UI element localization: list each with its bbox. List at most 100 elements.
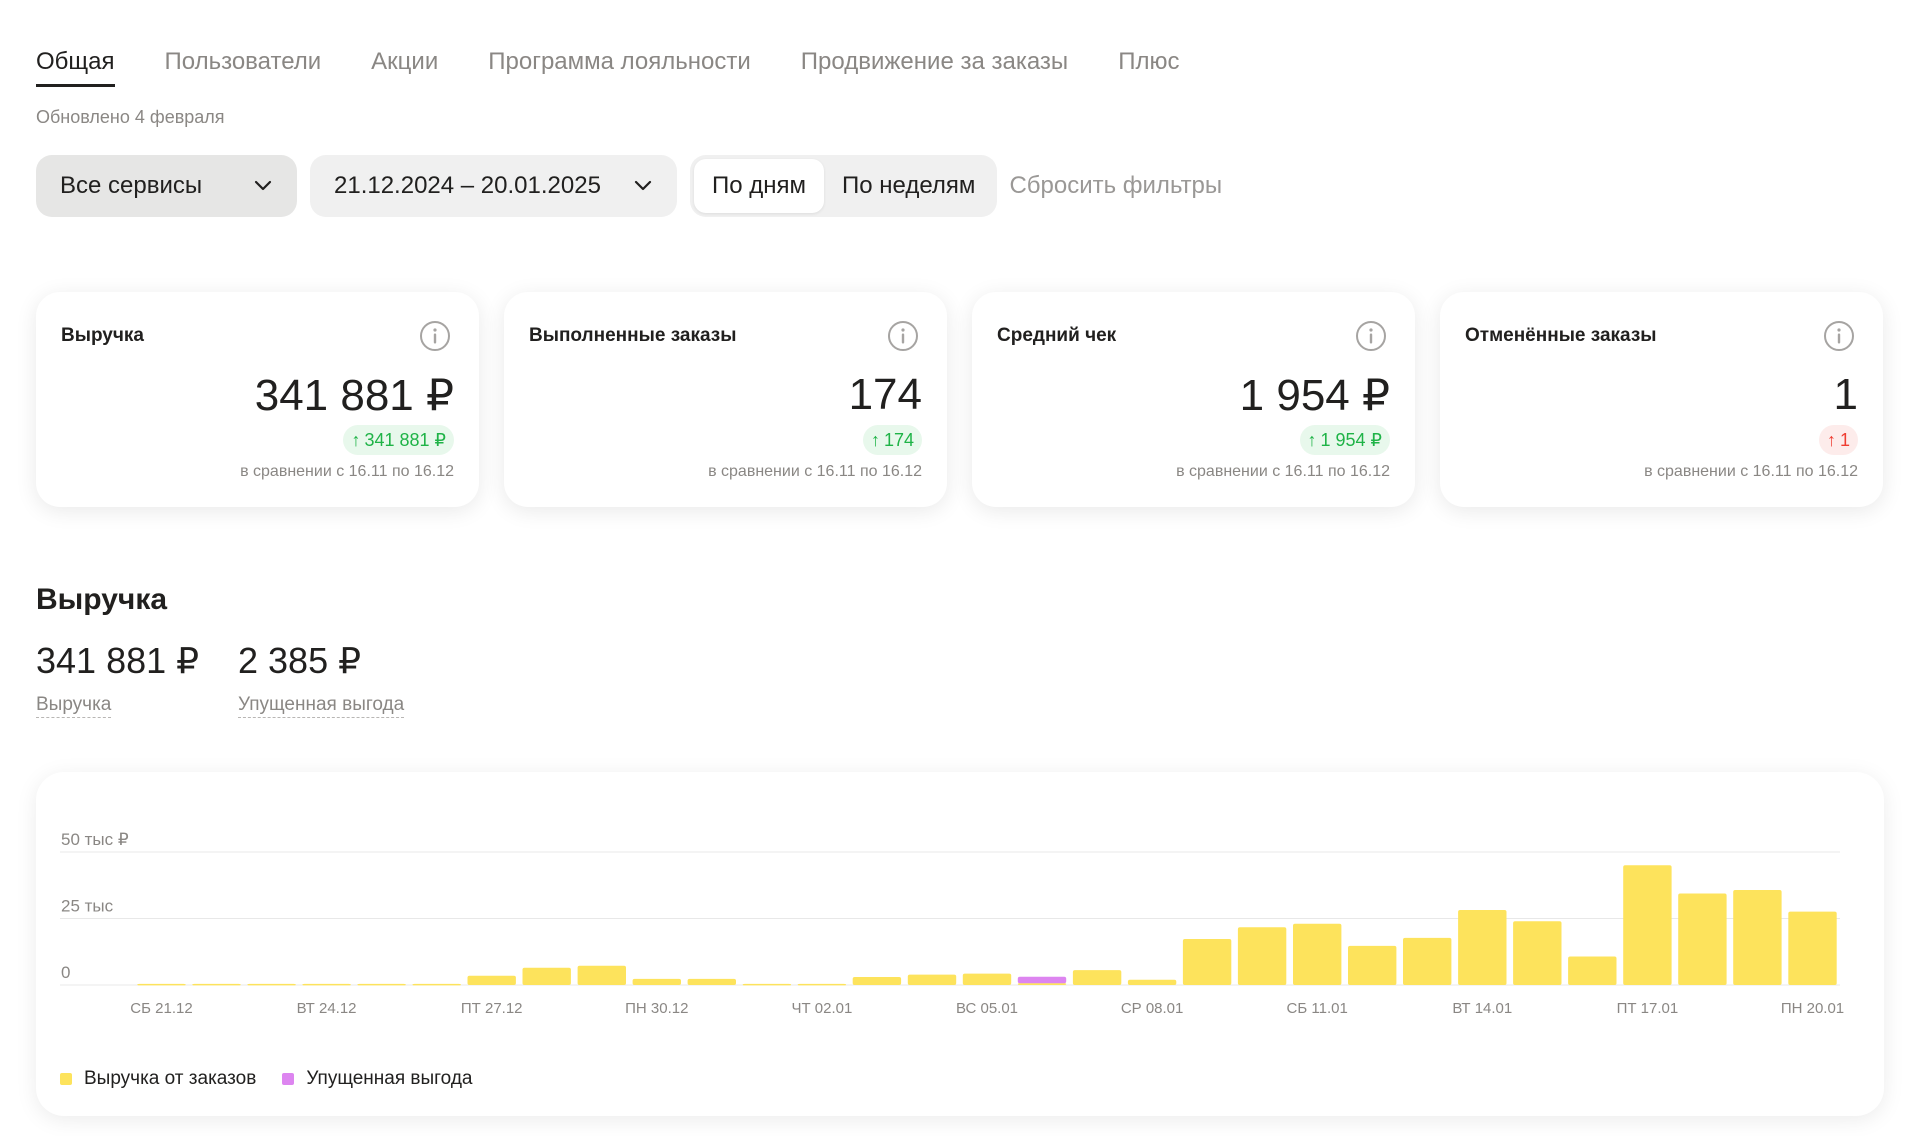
revenue-bar[interactable] <box>192 983 241 986</box>
services-dropdown[interactable]: Все сервисы <box>36 155 297 217</box>
revenue-bar[interactable] <box>1127 979 1177 985</box>
revenue-bar[interactable] <box>962 973 1012 985</box>
revenue-bar[interactable] <box>247 983 296 986</box>
revenue-bar[interactable] <box>1678 893 1727 986</box>
revenue-bar[interactable] <box>852 977 902 985</box>
revenue-bar[interactable] <box>1568 956 1617 986</box>
kpi-card-value: 1 <box>1833 370 1858 419</box>
legend-swatch <box>282 1073 295 1085</box>
kpi-compare-text: в сравнении с 16.11 по 16.12 <box>1644 463 1858 480</box>
kpi-delta-badge: ↑ 1 954 ₽ <box>1299 425 1390 455</box>
kpi-card-value: 341 881 ₽ <box>254 371 454 420</box>
revenue-bar[interactable] <box>1348 945 1397 985</box>
revenue-bar[interactable] <box>1458 910 1507 985</box>
info-icon[interactable] <box>1823 320 1855 352</box>
x-tick-label: ВС 05.01 <box>956 1000 1018 1017</box>
x-tick-label: ПТ 17.01 <box>1617 1000 1679 1017</box>
filter-bar: Все сервисы 21.12.2024 – 20.01.2025 По д… <box>36 155 1222 217</box>
chart-legend: Выручка от заказов Упущенная выгода <box>60 1068 473 1090</box>
x-tick-label: ВТ 14.01 <box>1452 1000 1512 1017</box>
revenue-metric-value: 341 881 ₽ <box>36 640 200 681</box>
revenue-bar[interactable] <box>577 965 626 985</box>
kpi-delta-value: 174 <box>883 429 914 450</box>
reset-filters-button[interactable]: Сбросить фильтры <box>1009 172 1222 200</box>
kpi-card-title: Отменённые заказы <box>1465 325 1657 346</box>
revenue-bar[interactable] <box>907 974 957 985</box>
date-range-dropdown[interactable]: 21.12.2024 – 20.01.2025 <box>310 155 677 217</box>
tab-1[interactable]: Пользователи <box>165 48 322 87</box>
tab-3[interactable]: Программа лояльности <box>488 48 751 87</box>
by-weeks-option[interactable]: По неделям <box>824 159 993 213</box>
revenue-section-title: Выручка <box>36 583 168 616</box>
x-tick-label: ЧТ 02.01 <box>791 1000 852 1017</box>
x-tick-label: СР 08.01 <box>1121 1000 1184 1017</box>
revenue-bar[interactable] <box>1072 970 1122 985</box>
info-icon[interactable] <box>887 320 919 352</box>
revenue-bar[interactable] <box>632 978 681 985</box>
tab-2[interactable]: Акции <box>371 48 438 87</box>
by-days-option[interactable]: По дням <box>694 159 825 213</box>
revenue-chart-card: 0 25 тыс 50 тыс ₽ СБ 21.12 ВТ 24.12 ПТ 27.12 П… <box>36 772 1884 1116</box>
revenue-bar[interactable] <box>687 978 736 985</box>
revenue-bar[interactable] <box>357 983 406 986</box>
revenue-bar[interactable] <box>1733 890 1782 985</box>
info-icon[interactable] <box>419 320 451 352</box>
revenue-bar[interactable] <box>1403 937 1452 985</box>
arrow-up-icon: ↑ <box>351 429 361 450</box>
x-tick-label: ПН 20.01 <box>1781 1000 1844 1017</box>
lost-profit-metric-label[interactable]: Упущенная выгода <box>238 694 405 718</box>
x-tick-label: ПТ 27.12 <box>461 1000 523 1017</box>
revenue-metric: 341 881 ₽ Выручка <box>36 640 199 718</box>
kpi-card-title: Выручка <box>61 325 144 346</box>
kpi-delta-badge: ↑ 1 <box>1818 425 1858 455</box>
kpi-card-title: Средний чек <box>997 325 1117 346</box>
tab-5[interactable]: Плюс <box>1118 48 1179 87</box>
kpi-delta-value: 341 881 ₽ <box>364 429 446 450</box>
revenue-bar[interactable] <box>1293 923 1342 985</box>
kpi-compare-text: в сравнении с 16.11 по 16.12 <box>240 463 454 480</box>
kpi-delta-value: 1 954 ₽ <box>1320 429 1383 450</box>
kpi-card-value: 174 <box>848 370 922 419</box>
revenue-bar[interactable] <box>742 983 792 986</box>
services-dropdown-label: Все сервисы <box>60 172 203 199</box>
tab-bar: Общая Пользователи Акции Программа лояльнос… <box>36 48 1179 87</box>
x-tick-label: ВТ 24.12 <box>297 1000 357 1017</box>
date-range-label: 21.12.2024 – 20.01.2025 <box>334 172 601 199</box>
revenue-bar[interactable] <box>412 983 461 986</box>
revenue-bar[interactable] <box>1237 927 1287 985</box>
legend-item-lost-profit[interactable]: Упущенная выгода <box>282 1068 473 1090</box>
revenue-bar-chart: 0 25 тыс 50 тыс ₽ СБ 21.12 ВТ 24.12 ПТ 27.12 П… <box>60 830 1844 1017</box>
revenue-bar[interactable] <box>1017 983 1067 985</box>
revenue-bar[interactable] <box>797 983 847 986</box>
tab-0[interactable]: Общая <box>36 48 115 87</box>
kpi-card-cancelled-orders: Отменённые заказы 1 ↑ 1 в сравнении с 16.… <box>1440 292 1883 507</box>
revenue-bar[interactable] <box>1513 921 1562 985</box>
revenue-bar[interactable] <box>1788 911 1837 985</box>
kpi-card-revenue: Выручка 341 881 ₽ ↑ 341 881 ₽ в сравнении… <box>36 292 479 507</box>
x-tick-label: СБ 11.01 <box>1287 1000 1348 1017</box>
revenue-bar[interactable] <box>302 983 351 986</box>
tab-4[interactable]: Продвижение за заказы <box>801 48 1068 87</box>
chevron-down-icon <box>633 176 653 196</box>
revenue-metric-label[interactable]: Выручка <box>36 694 112 718</box>
legend-item-revenue[interactable]: Выручка от заказов <box>60 1068 256 1090</box>
info-icon[interactable] <box>1355 320 1387 352</box>
arrow-up-icon: ↑ <box>870 429 880 450</box>
revenue-bar[interactable] <box>1182 939 1232 985</box>
lost-profit-metric: 2 385 ₽ Упущенная выгода <box>238 640 405 718</box>
kpi-delta-badge: ↑ 174 <box>862 425 922 455</box>
legend-swatch <box>60 1073 72 1085</box>
lost-profit-bar[interactable] <box>1017 976 1067 984</box>
updated-date: Обновлено 4 февраля <box>36 107 225 127</box>
x-tick-label: ПН 30.12 <box>625 1000 688 1017</box>
chevron-down-icon <box>253 176 273 196</box>
revenue-bar[interactable] <box>137 983 186 986</box>
lost-profit-metric-value: 2 385 ₽ <box>238 640 361 681</box>
revenue-bar[interactable] <box>522 967 571 985</box>
revenue-bar[interactable] <box>467 975 516 985</box>
y-tick-label: 25 тыс <box>61 897 114 916</box>
legend-label: Упущенная выгода <box>306 1068 473 1089</box>
revenue-bar[interactable] <box>1623 865 1672 985</box>
kpi-card-title: Выполненные заказы <box>529 325 737 346</box>
y-tick-label: 0 <box>61 963 70 982</box>
